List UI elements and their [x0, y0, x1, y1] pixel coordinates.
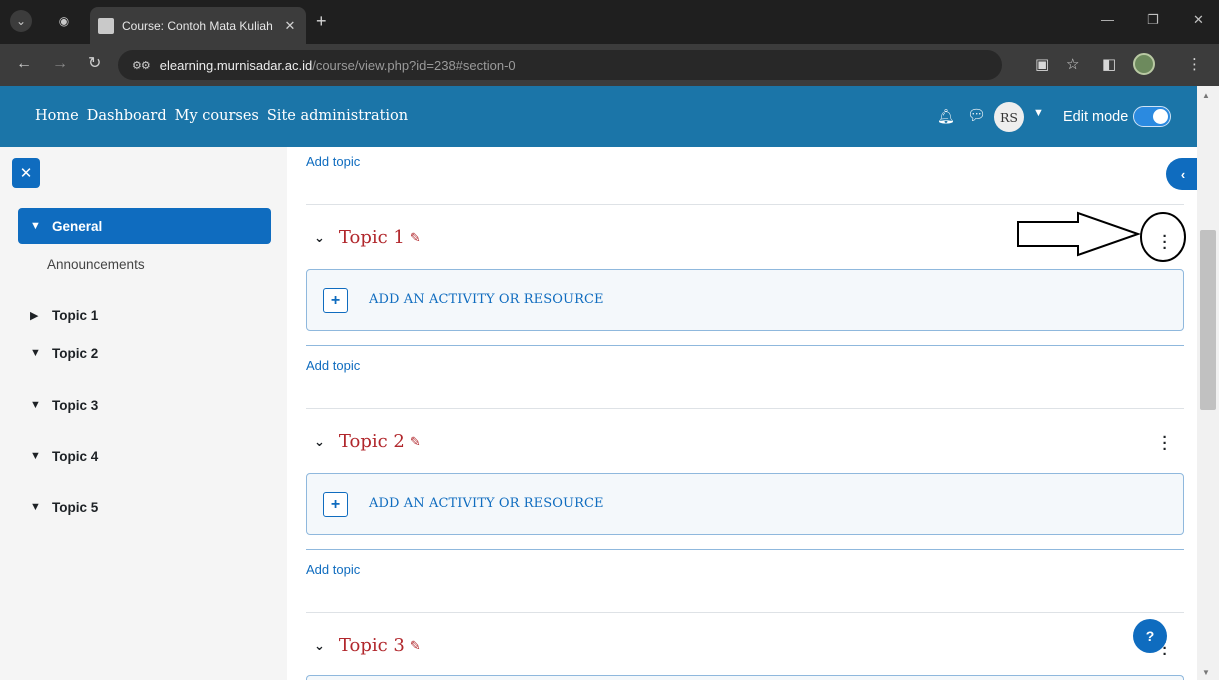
primary-navigation: Home Dashboard My courses Site administr… — [35, 108, 408, 124]
section-bottom-line — [306, 549, 1184, 550]
browser-menu-icon[interactable]: ⋮ — [1187, 56, 1202, 74]
scroll-down-arrow-icon[interactable]: ▼ — [1202, 668, 1210, 677]
drawer-item-topic-3[interactable]: ▼ Topic 3 — [18, 387, 271, 423]
drawer-item-label: Topic 2 — [52, 345, 99, 361]
toggle-knob — [1153, 109, 1168, 124]
tab-title: Course: Contoh Mata Kuliah — [122, 18, 273, 33]
section-title[interactable]: Topic 3 — [339, 635, 405, 656]
close-drawer-icon[interactable]: ✕ — [12, 158, 40, 188]
section-divider — [306, 408, 1184, 409]
drawer-item-topic-1[interactable]: ▶ Topic 1 — [18, 297, 271, 333]
section-header-topic-2: ⌄ Topic 2 ✎ — [314, 431, 421, 452]
chevron-down-icon: ▼ — [30, 399, 41, 411]
user-menu-chevron-down-icon[interactable]: ▼ — [1033, 107, 1044, 119]
add-topic-link[interactable]: Add topic — [306, 154, 360, 169]
edit-pencil-icon[interactable]: ✎ — [410, 230, 421, 246]
drawer-item-topic-2[interactable]: ▼ Topic 2 — [18, 335, 271, 371]
add-activity-label: ADD AN ACTIVITY OR RESOURCE — [369, 496, 604, 511]
new-tab-icon[interactable]: + — [316, 12, 327, 30]
nav-dashboard[interactable]: Dashboard — [87, 108, 167, 124]
tab-search-icon[interactable]: ⌄ — [10, 10, 32, 32]
scrollbar-thumb[interactable] — [1200, 230, 1216, 410]
close-window-icon[interactable]: ✕ — [1193, 12, 1204, 28]
site-navbar: Home Dashboard My courses Site administr… — [0, 86, 1197, 147]
nav-site-administration[interactable]: Site administration — [267, 108, 408, 124]
nav-home[interactable]: Home — [35, 108, 79, 124]
chevron-down-icon: ▼ — [30, 220, 41, 232]
nav-my-courses[interactable]: My courses — [175, 108, 259, 124]
drawer-item-label: Topic 5 — [52, 499, 99, 515]
section-actions-kebab-icon[interactable]: ··· — [1160, 430, 1170, 457]
moodle-favicon-icon — [98, 17, 114, 34]
open-block-drawer-chevron-left-icon[interactable]: ‹ — [1166, 158, 1200, 190]
help-question-icon[interactable]: ? — [1133, 619, 1167, 653]
minimize-icon[interactable]: — — [1101, 12, 1114, 27]
edit-mode-label: Edit mode — [1063, 109, 1129, 125]
browser-toolbar: ← → ↻ ⚙⚙ elearning.murnisadar.ac.id/cour… — [0, 44, 1219, 86]
scroll-up-arrow-icon[interactable]: ▲ — [1202, 91, 1210, 100]
collapse-chevron-down-icon[interactable]: ⌄ — [314, 638, 325, 654]
drawer-item-label: General — [52, 218, 103, 234]
chevron-down-icon: ▼ — [30, 347, 41, 359]
profile-avatar-icon[interactable] — [1133, 53, 1155, 75]
drawer-item-topic-4[interactable]: ▼ Topic 4 — [18, 438, 271, 474]
section-title[interactable]: Topic 1 — [339, 227, 405, 248]
restore-icon[interactable]: ❐ — [1147, 12, 1159, 28]
translate-icon[interactable]: ▣ — [1035, 56, 1049, 74]
close-tab-icon[interactable]: ✕ — [282, 18, 298, 34]
drawer-item-topic-5[interactable]: ▼ Topic 5 — [18, 489, 271, 525]
back-icon[interactable]: ← — [16, 54, 32, 74]
drawer-item-general[interactable]: ▼ General — [18, 208, 271, 244]
chevron-right-icon: ▶ — [30, 309, 39, 322]
notification-bell-icon[interactable]: 🔔︎ — [937, 108, 955, 125]
section-bottom-line — [306, 345, 1184, 346]
address-bar[interactable]: ⚙⚙ elearning.murnisadar.ac.id/course/vie… — [118, 50, 1002, 80]
user-avatar[interactable]: RS — [994, 102, 1024, 132]
drawer-item-label: Topic 1 — [52, 307, 99, 323]
drawer-item-announcements[interactable]: Announcements — [47, 257, 145, 272]
edit-pencil-icon[interactable]: ✎ — [410, 638, 421, 654]
site-info-icon[interactable]: ⚙⚙ — [132, 59, 151, 72]
browser-tab-bar: ⌄ ◉ Course: Contoh Mata Kuliah ✕ + — ❐ ✕ — [0, 0, 1219, 44]
edit-pencil-icon[interactable]: ✎ — [410, 434, 421, 450]
add-activity-label: ADD AN ACTIVITY OR RESOURCE — [369, 292, 604, 307]
add-activity-box[interactable]: + ADD AN ACTIVITY OR RESOURCE — [306, 473, 1184, 535]
annotation-arrow-icon — [1017, 211, 1186, 262]
add-activity-box[interactable]: + ADD AN ACTIVITY OR RESOURCE — [306, 269, 1184, 331]
reload-icon[interactable]: ↻ — [88, 54, 101, 74]
add-activity-box[interactable] — [306, 675, 1184, 680]
chevron-down-icon: ▼ — [30, 450, 41, 462]
section-divider — [306, 204, 1184, 205]
collapse-chevron-down-icon[interactable]: ⌄ — [314, 230, 325, 246]
section-header-topic-3: ⌄ Topic 3 ✎ — [314, 635, 421, 656]
section-divider — [306, 612, 1184, 613]
add-topic-link[interactable]: Add topic — [306, 562, 360, 577]
browser-tab[interactable]: Course: Contoh Mata Kuliah ✕ — [90, 7, 306, 44]
side-panel-icon[interactable]: ◧ — [1102, 56, 1116, 74]
section-title[interactable]: Topic 2 — [339, 431, 405, 452]
add-topic-link[interactable]: Add topic — [306, 358, 360, 373]
bookmark-star-icon[interactable]: ☆ — [1066, 56, 1079, 74]
chevron-down-icon: ▼ — [30, 501, 41, 513]
globe-icon: ◉ — [58, 14, 70, 28]
url-path: /course/view.php?id=238#section-0 — [312, 57, 516, 73]
section-header-topic-1: ⌄ Topic 1 ✎ — [314, 227, 421, 248]
collapse-chevron-down-icon[interactable]: ⌄ — [314, 434, 325, 450]
plus-icon: + — [323, 492, 348, 517]
drawer-item-label: Topic 4 — [52, 448, 99, 464]
plus-icon: + — [323, 288, 348, 313]
messages-icon[interactable]: 💬︎ — [967, 106, 986, 124]
forward-icon[interactable]: → — [52, 54, 68, 74]
edit-mode-toggle[interactable] — [1133, 106, 1171, 127]
url-host: elearning.murnisadar.ac.id — [159, 57, 313, 73]
drawer-item-label: Topic 3 — [52, 397, 99, 413]
